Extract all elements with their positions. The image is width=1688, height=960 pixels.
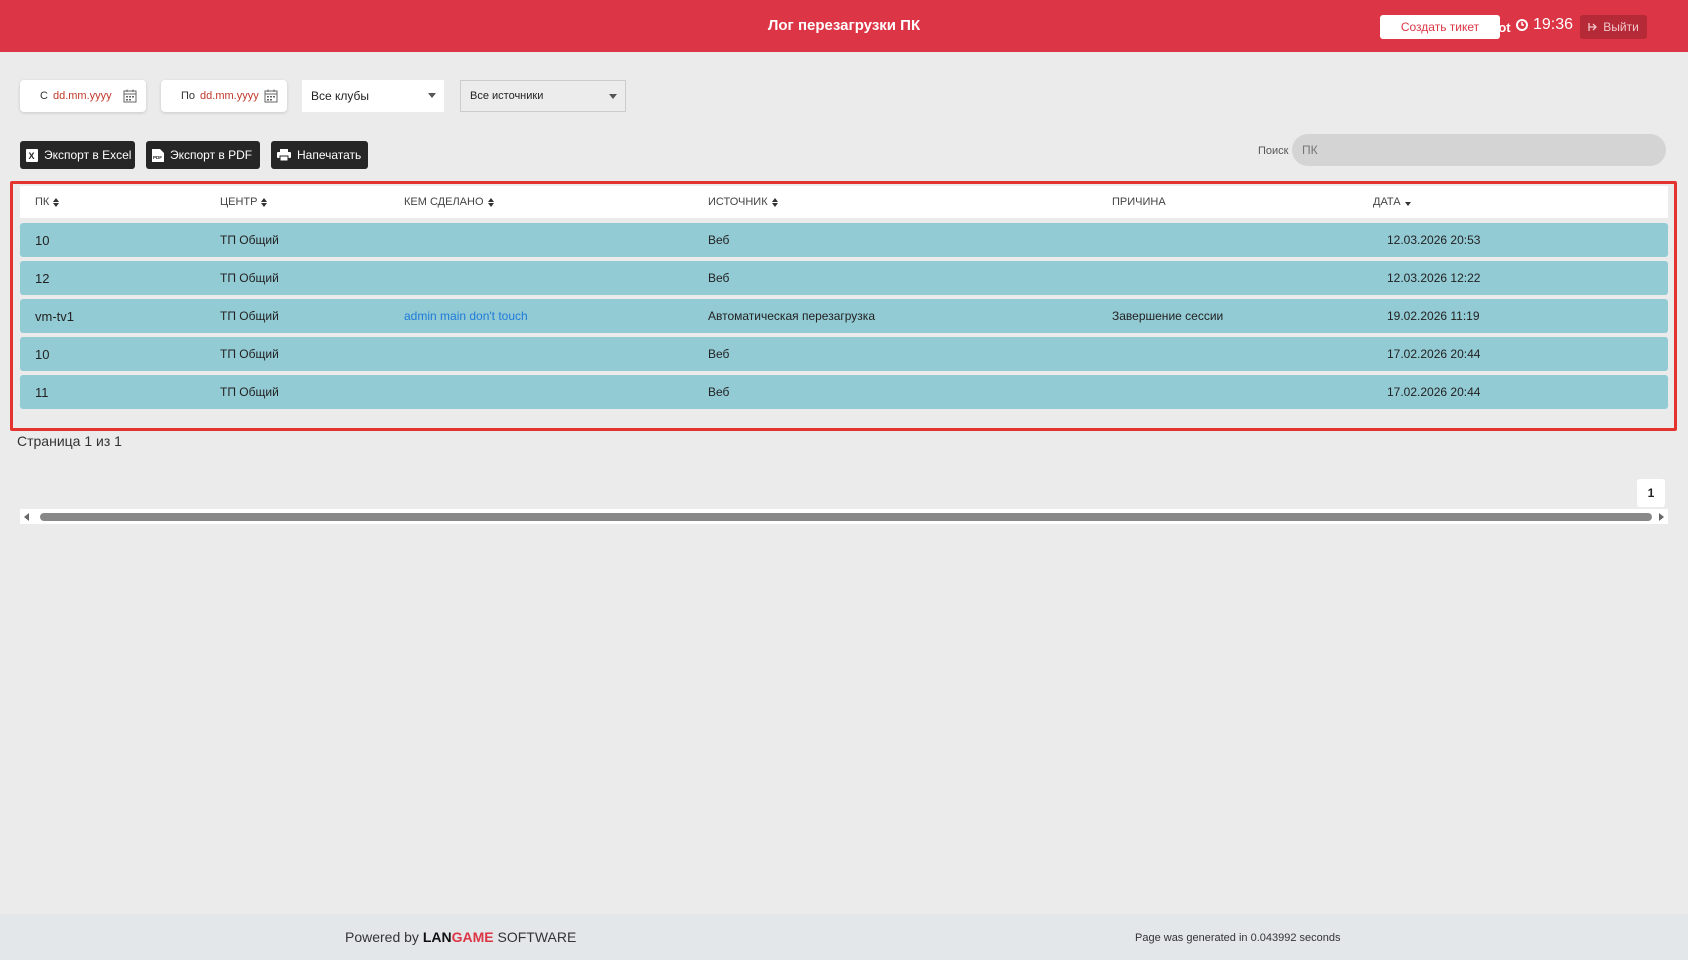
column-header-label: ДАТА	[1373, 196, 1401, 208]
cell-pk: 12	[35, 270, 50, 286]
sort-icon	[771, 197, 778, 208]
horizontal-scrollbar[interactable]	[20, 509, 1668, 524]
cell-date: 17.02.2026 20:44	[1387, 347, 1481, 361]
export-excel-button[interactable]: X Экспорт в Excel	[20, 141, 135, 169]
table-row[interactable]: 10 ТП Общий Веб 17.02.2026 20:44	[20, 337, 1668, 371]
generation-time: Page was generated in 0.043992 seconds	[1135, 932, 1341, 944]
export-pdf-button[interactable]: PDF Экспорт в PDF	[146, 141, 260, 169]
cell-date: 19.02.2026 11:19	[1387, 309, 1480, 323]
column-header-label: КЕМ СДЕЛАНО	[404, 196, 484, 208]
export-pdf-label: Экспорт в PDF	[170, 148, 253, 162]
cell-pk: vm-tv1	[35, 308, 74, 324]
column-header-center[interactable]: ЦЕНТР	[220, 186, 268, 218]
search-label: Поиск	[1258, 145, 1289, 157]
brand-software: SOFTWARE	[497, 929, 577, 945]
cell-source: Веб	[708, 233, 730, 247]
search-placeholder: ПК	[1302, 143, 1318, 157]
calendar-icon[interactable]	[123, 89, 137, 103]
scroll-right-icon[interactable]	[1659, 513, 1664, 521]
cell-date: 12.03.2026 12:22	[1387, 271, 1481, 285]
footer: Powered by LANGAME SOFTWARE Page was gen…	[0, 914, 1688, 960]
print-label: Напечатать	[297, 148, 362, 162]
top-bar: Лог перезагрузки ПК Создать тикет Root 1…	[0, 0, 1688, 52]
cell-source: Автоматическая перезагрузка	[708, 309, 875, 323]
logout-button[interactable]: Выйти	[1580, 15, 1647, 39]
sort-desc-icon	[1404, 202, 1411, 206]
cell-center: ТП Общий	[220, 385, 279, 399]
cell-by[interactable]: admin main don't touch	[404, 299, 528, 333]
column-header-date[interactable]: ДАТА	[1373, 186, 1411, 218]
date-to-value: dd.mm.yyyy	[200, 90, 259, 102]
brand-lan: LAN	[422, 929, 452, 945]
chevron-down-icon	[609, 94, 617, 99]
svg-text:X: X	[29, 151, 35, 161]
cell-pk: 10	[35, 346, 50, 362]
cell-pk: 10	[35, 232, 50, 248]
cell-source: Веб	[708, 347, 730, 361]
column-header-pk[interactable]: ПК	[35, 186, 60, 218]
clock-icon	[1516, 19, 1528, 31]
clubs-select[interactable]: Все клубы	[302, 80, 444, 112]
column-header-reason: ПРИЧИНА	[1112, 186, 1166, 218]
powered-by: Powered by LANGAME SOFTWARE	[345, 929, 576, 945]
date-from-field[interactable]: С dd.mm.yyyy	[20, 80, 146, 112]
column-header-source[interactable]: ИСТОЧНИК	[708, 186, 778, 218]
table-row[interactable]: 11 ТП Общий Веб 17.02.2026 20:44	[20, 375, 1668, 409]
print-button[interactable]: Напечатать	[271, 141, 368, 169]
cell-source: Веб	[708, 385, 730, 399]
scroll-left-icon[interactable]	[24, 513, 29, 521]
sort-icon	[53, 197, 60, 208]
cell-center: ТП Общий	[220, 233, 279, 247]
sources-select-value: Все источники	[470, 90, 544, 102]
calendar-icon[interactable]	[264, 89, 278, 103]
sources-select[interactable]: Все источники	[460, 80, 626, 112]
date-from-label: С	[40, 90, 48, 102]
date-to-field[interactable]: По dd.mm.yyyy	[161, 80, 287, 112]
pagination-info: Страница 1 из 1	[17, 433, 122, 449]
cell-date: 17.02.2026 20:44	[1387, 385, 1481, 399]
table-row[interactable]: 12 ТП Общий Веб 12.03.2026 12:22	[20, 261, 1668, 295]
search-input[interactable]: ПК	[1292, 134, 1666, 166]
table-row[interactable]: vm-tv1 ТП Общий admin main don't touch А…	[20, 299, 1668, 333]
table-row[interactable]: 10 ТП Общий Веб 12.03.2026 20:53	[20, 223, 1668, 257]
clubs-select-value: Все клубы	[311, 89, 370, 103]
date-from-value: dd.mm.yyyy	[52, 90, 112, 102]
cell-pk: 11	[35, 384, 49, 400]
column-header-label: ЦЕНТР	[220, 196, 258, 208]
cell-reason: Завершение сессии	[1112, 309, 1224, 323]
scrollbar-thumb[interactable]	[40, 513, 1652, 521]
brand-game: GAME	[451, 929, 494, 945]
powered-by-label: Powered by	[345, 929, 419, 945]
export-excel-label: Экспорт в Excel	[44, 148, 132, 162]
cell-center: ТП Общий	[220, 309, 279, 323]
page-button-1[interactable]: 1	[1637, 479, 1665, 507]
printer-icon	[277, 149, 291, 161]
chevron-down-icon	[428, 93, 436, 98]
date-to-label: По	[181, 90, 196, 102]
sort-icon	[261, 197, 268, 208]
column-header-label: ПРИЧИНА	[1112, 196, 1166, 208]
cell-source: Веб	[708, 271, 730, 285]
clock-time: 19:36	[1533, 16, 1574, 33]
cell-date: 12.03.2026 20:53	[1387, 233, 1481, 247]
user-name[interactable]: Root	[1481, 20, 1511, 35]
column-header-label: ПК	[35, 196, 50, 208]
logout-label: Выйти	[1603, 20, 1639, 34]
logout-icon	[1588, 23, 1598, 31]
pdf-icon: PDF	[152, 148, 164, 162]
excel-icon: X	[26, 148, 38, 162]
clock: 19:36	[1516, 16, 1573, 34]
column-header-by[interactable]: КЕМ СДЕЛАНО	[404, 186, 494, 218]
cell-center: ТП Общий	[220, 347, 279, 361]
column-header-label: ИСТОЧНИК	[708, 196, 768, 208]
table-header: ПК ЦЕНТР КЕМ СДЕЛАНО ИСТОЧНИК ПРИЧИНА ДА…	[20, 186, 1668, 218]
cell-center: ТП Общий	[220, 271, 279, 285]
svg-text:PDF: PDF	[153, 155, 162, 160]
sort-icon	[487, 197, 494, 208]
